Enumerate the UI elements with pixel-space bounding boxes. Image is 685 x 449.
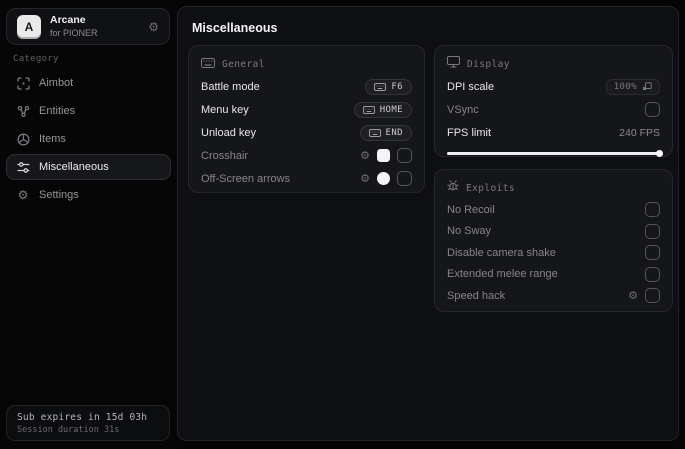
keyboard-icon bbox=[374, 82, 387, 91]
vsync-checkbox[interactable] bbox=[645, 102, 660, 117]
panel-title: Exploits bbox=[466, 182, 515, 194]
main-content: Miscellaneous General Battle mode F6 Men… bbox=[177, 6, 679, 441]
color-swatch[interactable] bbox=[377, 172, 390, 185]
sidebar-item-aimbot[interactable]: Aimbot bbox=[6, 70, 171, 96]
setting-row-dpi-scale: DPI scale 100% bbox=[447, 75, 660, 98]
monitor-icon bbox=[447, 55, 460, 73]
keyboard-icon bbox=[362, 105, 375, 114]
panel-exploits: Exploits No Recoil No Sway Disable camer… bbox=[434, 169, 673, 312]
scale-icon bbox=[643, 81, 652, 90]
panel-title: General bbox=[222, 58, 265, 70]
no-sway-checkbox[interactable] bbox=[645, 223, 660, 239]
color-swatch[interactable] bbox=[377, 149, 390, 162]
setting-row-unload-key: Unload key END bbox=[201, 121, 412, 144]
gear-icon[interactable]: ⚙ bbox=[148, 20, 159, 34]
setting-row-crosshair: Crosshair ⚙ bbox=[201, 144, 412, 167]
aimbot-icon bbox=[16, 76, 30, 90]
speed-hack-checkbox[interactable] bbox=[645, 288, 660, 304]
fps-limit-value: 240 FPS bbox=[619, 126, 660, 139]
setting-row-menu-key: Menu key HOME bbox=[201, 98, 412, 121]
app-subtitle: for PIONER bbox=[50, 28, 98, 39]
no-recoil-checkbox[interactable] bbox=[645, 202, 660, 218]
panel-display: Display DPI scale 100% VSync FPS limit 2… bbox=[434, 45, 673, 157]
session-duration-text: Session duration 31s bbox=[17, 424, 120, 435]
subscription-card: Sub expires in 15d 03h Session duration … bbox=[6, 405, 170, 441]
brand-card: A Arcane for PIONER ⚙ bbox=[6, 8, 170, 45]
miscellaneous-icon bbox=[16, 161, 30, 174]
keybind-button[interactable]: HOME bbox=[353, 101, 412, 118]
sidebar-item-label: Entities bbox=[39, 105, 76, 117]
keyboard-icon bbox=[201, 55, 215, 73]
gear-icon: ⚙ bbox=[17, 188, 29, 202]
sub-expiry-text: Sub expires in 15d 03h bbox=[17, 411, 148, 423]
sidebar: A Arcane for PIONER ⚙ Category Aimbot En… bbox=[0, 0, 177, 449]
panel-title: Display bbox=[467, 58, 510, 70]
setting-row-no-recoil: No Recoil bbox=[447, 199, 660, 221]
setting-row-extended-melee-range: Extended melee range bbox=[447, 264, 660, 286]
fps-limit-slider[interactable] bbox=[447, 150, 663, 157]
gear-icon[interactable]: ⚙ bbox=[360, 172, 370, 185]
setting-row-vsync: VSync bbox=[447, 98, 660, 121]
sidebar-item-label: Aimbot bbox=[39, 77, 74, 89]
setting-row-offscreen-arrows: Off-Screen arrows ⚙ bbox=[201, 167, 412, 190]
extended-melee-range-checkbox[interactable] bbox=[645, 266, 660, 282]
keybind-button[interactable]: END bbox=[359, 124, 412, 141]
gear-icon[interactable]: ⚙ bbox=[360, 149, 370, 162]
dpi-scale-button[interactable]: 100% bbox=[605, 78, 660, 95]
category-label: Category bbox=[13, 54, 59, 64]
crosshair-checkbox[interactable] bbox=[397, 148, 412, 163]
keyboard-icon bbox=[368, 128, 381, 137]
setting-row-fps-limit: FPS limit 240 FPS bbox=[447, 126, 660, 139]
setting-row-no-sway: No Sway bbox=[447, 221, 660, 243]
bug-icon bbox=[447, 179, 459, 197]
entities-icon bbox=[16, 105, 30, 118]
sidebar-item-label: Settings bbox=[39, 189, 79, 201]
sidebar-nav: Aimbot Entities Items Miscellaneous ⚙ Se… bbox=[6, 70, 171, 208]
setting-row-speed-hack: Speed hack ⚙ bbox=[447, 285, 660, 307]
keybind-button[interactable]: F6 bbox=[365, 78, 412, 95]
page-title: Miscellaneous bbox=[192, 21, 278, 35]
slider-knob[interactable] bbox=[656, 150, 663, 157]
app-name: Arcane bbox=[50, 14, 86, 27]
offscreen-arrows-checkbox[interactable] bbox=[397, 171, 412, 186]
disable-camera-shake-checkbox[interactable] bbox=[645, 245, 660, 261]
sidebar-item-items[interactable]: Items bbox=[6, 126, 171, 152]
app-logo: A bbox=[17, 14, 41, 39]
sidebar-item-miscellaneous[interactable]: Miscellaneous bbox=[6, 154, 171, 180]
panel-general: General Battle mode F6 Menu key HOME Unl… bbox=[188, 45, 425, 193]
setting-row-battle-mode: Battle mode F6 bbox=[201, 75, 412, 98]
items-icon bbox=[16, 132, 30, 146]
setting-row-disable-camera-shake: Disable camera shake bbox=[447, 242, 660, 264]
sidebar-item-settings[interactable]: ⚙ Settings bbox=[6, 182, 171, 208]
sidebar-item-entities[interactable]: Entities bbox=[6, 98, 171, 124]
gear-icon[interactable]: ⚙ bbox=[628, 289, 638, 302]
sidebar-item-label: Miscellaneous bbox=[39, 161, 109, 173]
sidebar-item-label: Items bbox=[39, 133, 66, 145]
